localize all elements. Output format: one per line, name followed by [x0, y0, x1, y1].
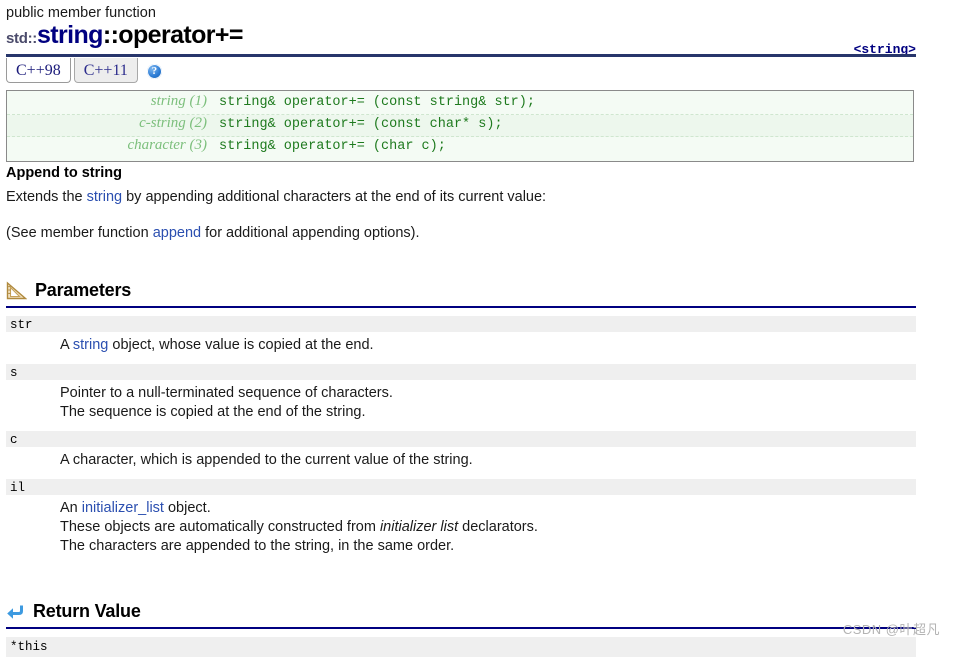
link-initializer-list[interactable]: initializer_list — [82, 500, 164, 516]
page-title: std::string::operator+= — [6, 21, 244, 50]
parameter-line: These objects are automatically construc… — [60, 518, 916, 537]
param-text: object, whose value is copied at the end… — [108, 337, 374, 353]
page-title-row: std::string::operator+= <string> — [6, 21, 954, 57]
title-class: string — [37, 21, 103, 49]
ruler-icon — [6, 281, 28, 300]
parameter-name: s — [6, 364, 916, 380]
signature-code-block: string (1) string& operator+= (const str… — [6, 90, 914, 162]
return-arrow-icon — [6, 603, 25, 620]
link-string[interactable]: string — [87, 189, 122, 205]
tab-cpp11[interactable]: C++11 — [73, 58, 138, 83]
param-text: declarators. — [458, 519, 538, 535]
parameter-line: An initializer_list object. — [60, 499, 916, 518]
parameter-item: str A string object, whose value is copi… — [6, 316, 916, 364]
title-namespace: std:: — [6, 30, 37, 47]
return-value-section: Return Value *this — [6, 599, 916, 657]
signature-row: c-string (2) string& operator+= (const c… — [7, 115, 913, 137]
signature-tag: character (3) — [127, 137, 207, 153]
signature-row: character (3) string& operator+= (char c… — [7, 137, 913, 158]
link-append[interactable]: append — [153, 225, 201, 241]
parameters-heading: Parameters — [6, 278, 916, 308]
function-kind-label: public member function — [6, 5, 156, 21]
parameter-description: A string object, whose value is copied a… — [6, 332, 916, 364]
parameter-line: A string object, whose value is copied a… — [60, 336, 916, 355]
description-heading: Append to string — [6, 165, 122, 181]
signature-code: string& operator+= (const string& str); — [219, 95, 535, 110]
parameter-line: The characters are appended to the strin… — [60, 538, 455, 554]
signature-code: string& operator+= (const char* s); — [219, 117, 503, 132]
parameter-line: A character, which is appended to the cu… — [60, 452, 473, 468]
description-paragraph-2: (See member function append for addition… — [6, 224, 916, 243]
parameter-list: str A string object, whose value is copi… — [6, 316, 916, 565]
parameter-line: Pointer to a null-terminated sequence of… — [60, 385, 393, 401]
param-text: An — [60, 500, 82, 516]
parameter-name: str — [6, 316, 916, 332]
link-string[interactable]: string — [73, 337, 108, 353]
cppreference-page: public member function std::string::oper… — [0, 0, 954, 657]
help-icon[interactable]: ? — [146, 64, 162, 79]
parameter-description: A character, which is appended to the cu… — [6, 447, 916, 479]
parameter-item: s Pointer to a null-terminated sequence … — [6, 364, 916, 431]
watermark: CSDN @叶超凡 — [842, 622, 940, 637]
return-value-heading: Return Value — [6, 599, 916, 629]
parameter-item: c A character, which is appended to the … — [6, 431, 916, 479]
signature-tag: string (1) — [150, 93, 207, 109]
desc-text: by appending additional characters at th… — [122, 189, 547, 205]
parameters-title: Parameters — [35, 280, 132, 300]
signature-tag: c-string (2) — [139, 115, 207, 131]
signature-code: string& operator+= (char c); — [219, 139, 446, 154]
title-member: ::operator+= — [102, 21, 244, 49]
page-header: public member function std::string::oper… — [0, 0, 954, 57]
description-block: Append to string Extends the string by a… — [6, 164, 916, 260]
tab-cpp98[interactable]: C++98 — [6, 58, 71, 83]
param-text: A — [60, 337, 73, 353]
parameter-name: c — [6, 431, 916, 447]
parameter-name: il — [6, 479, 916, 495]
param-text-italic: initializer list — [379, 519, 459, 535]
parameter-line: The sequence is copied at the end of the… — [60, 404, 366, 420]
parameter-description: Pointer to a null-terminated sequence of… — [6, 380, 916, 431]
param-text: object. — [163, 500, 211, 516]
desc-text: Extends the — [6, 189, 87, 205]
return-value-code: *this — [6, 637, 916, 657]
parameters-section: Parameters str A string object, whose va… — [6, 278, 916, 565]
description-paragraph-1: Extends the string by appending addition… — [6, 188, 916, 207]
standard-version-tabs: C++98 C++11 ? — [6, 57, 916, 83]
param-text: These objects are automatically construc… — [60, 519, 380, 535]
desc-text: (See member function — [6, 225, 153, 241]
parameter-item: il An initializer_list object. These obj… — [6, 479, 916, 565]
desc-text: for additional appending options). — [201, 225, 420, 241]
return-value-title: Return Value — [33, 601, 141, 621]
parameter-description: An initializer_list object. These object… — [6, 495, 916, 565]
signature-row: string (1) string& operator+= (const str… — [7, 93, 913, 115]
